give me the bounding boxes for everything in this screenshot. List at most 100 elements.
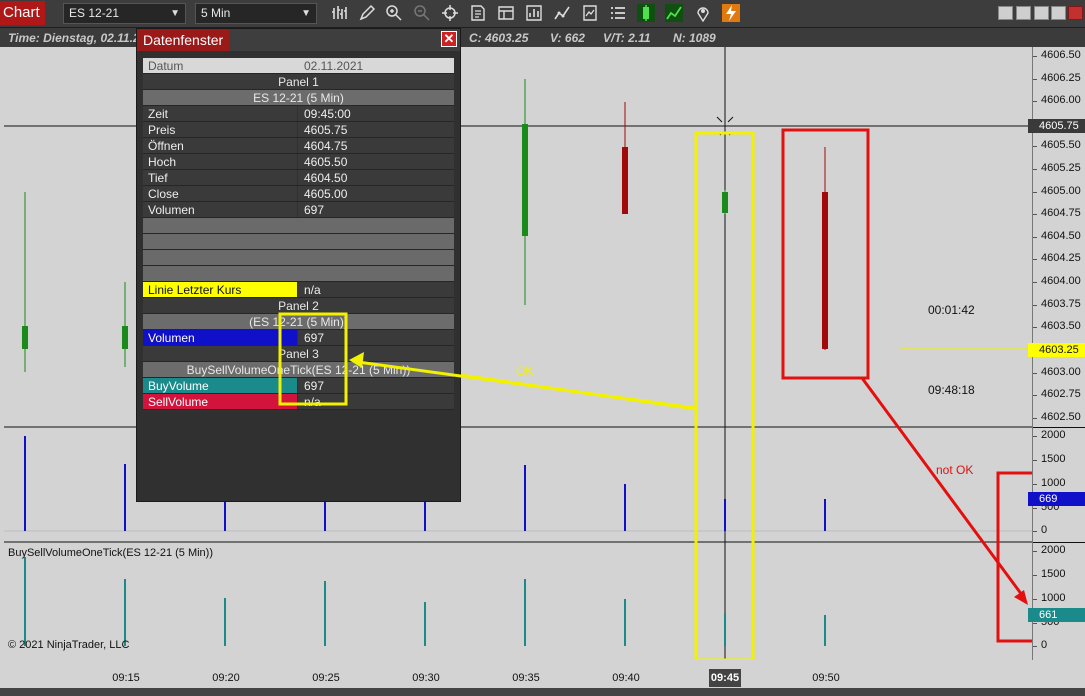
price-tick: 4604.50 [1041,230,1081,242]
annotation-red-right-box [996,471,1032,643]
time-highlight: 09:45 [709,669,741,687]
time-tick: 09:30 [412,672,440,684]
panel2-volume-value: 697 [298,330,454,345]
buy-volume-label: BuyVolume [143,378,297,393]
empty-row [143,250,454,266]
sell-volume-value: n/a [298,394,454,409]
annotation-notok-label: not OK [936,463,974,477]
candle-body [822,192,828,349]
zoom-out-icon[interactable] [413,4,431,22]
sell-volume-label: SellVolume [143,394,297,409]
volume-tick: 1500 [1041,453,1066,465]
empty-row [143,218,454,234]
maximize-button[interactable] [1016,6,1031,20]
row-value: 697 [298,202,454,217]
price-tick: 4604.00 [1041,275,1081,287]
empty-row [143,266,454,282]
data-row: Öffnen 4604.75 [143,138,454,154]
panel1-header: Panel 1 [143,74,454,90]
price-tick: 4605.50 [1041,139,1081,151]
data-window-titlebar[interactable]: Datenfenster ✕ [137,29,460,51]
interval-value: 5 Min [201,6,231,20]
chart-tab[interactable]: Chart [0,1,45,25]
data-window[interactable]: Datenfenster ✕ Datum 02.11.2021 Panel 1 … [136,28,461,502]
last-price-label: Linie Letzter Kurs [143,282,297,297]
panel2-volume-row: Volumen 697 [143,330,454,346]
tile-button[interactable] [998,6,1013,20]
data-box-icon[interactable] [581,4,599,22]
close-icon[interactable]: ✕ [441,31,457,47]
instrument-selector[interactable]: ES 12-21 ▼ [63,3,186,24]
data-row: Volumen 697 [143,202,454,218]
price-tick: 4605.00 [1041,185,1081,197]
bsv-tick: 1000 [1041,592,1066,604]
panel1-series: ES 12-21 (5 Min) [143,90,454,106]
price-tick: 4606.50 [1041,49,1081,61]
indicators-icon[interactable] [553,4,571,22]
price-tick: 4606.25 [1041,72,1081,84]
panel2-volume-label: Volumen [143,330,297,345]
bsv-tick: 2000 [1041,544,1066,556]
data-row: Hoch 4605.50 [143,154,454,170]
row-value: 4605.50 [298,154,454,169]
row-value: 4604.75 [298,138,454,153]
candle-body [722,192,728,213]
crosshair-icon[interactable] [441,4,459,22]
row-label: Hoch [143,154,297,169]
price-tick: 4604.75 [1041,207,1081,219]
templates-icon[interactable] [497,4,515,22]
time-tick: 09:35 [512,672,540,684]
data-row: Tief 4604.50 [143,170,454,186]
chart-trader-icon[interactable] [637,4,655,22]
data-row: Preis 4605.75 [143,122,454,138]
panel2-header: Panel 2 [143,298,454,314]
horizontal-scrollbar[interactable] [0,688,1085,696]
panel3-series: BuySellVolumeOneTick(ES 12-21 (5 Min)) [143,362,454,378]
price-tick: 4604.25 [1041,252,1081,264]
chart-toolbar: Chart ES 12-21 ▼ 5 Min ▼ [0,0,1085,28]
interval-selector[interactable]: 5 Min ▼ [195,3,317,24]
panel2-series: (ES 12-21 (5 Min)) [143,314,454,330]
minimize-button[interactable] [1034,6,1049,20]
bsv-tick: 1500 [1041,568,1066,580]
date-row: Datum 02.11.2021 [143,58,454,74]
bsv-tick: 0 [1041,639,1048,651]
price-tick: 4603.50 [1041,320,1081,332]
data-window-grid: Datum 02.11.2021 Panel 1 ES 12-21 (5 Min… [143,58,454,410]
sell-volume-row: SellVolume n/a [143,394,454,410]
pencil-icon[interactable] [358,4,376,22]
close-button[interactable] [1068,6,1083,20]
price-tick: 4606.00 [1041,94,1081,106]
chevron-down-icon: ▼ [170,8,180,19]
row-label: Close [143,186,297,201]
analyzer-icon[interactable] [665,4,683,22]
row-value: 4605.00 [298,186,454,201]
time-tick: 09:15 [112,672,140,684]
last-price-row: Linie Letzter Kurs n/a [143,282,454,298]
last-price-value: n/a [298,282,454,297]
annotation-ok-label: OK [516,364,534,378]
time-tick: 09:40 [612,672,640,684]
time-tick: 09:50 [812,672,840,684]
strategies-icon[interactable] [525,4,543,22]
restore-button[interactable] [1051,6,1066,20]
date-value: 02.11.2021 [304,59,364,73]
clock: 09:48:18 [928,383,975,397]
properties-icon[interactable] [469,4,487,22]
empty-row [143,234,454,250]
crosshair-price-tag: 4605.75 [1028,119,1085,133]
indicator-label: BuySellVolumeOneTick(ES 12-21 (5 Min)) [8,547,214,559]
bar-type-icon[interactable] [331,4,349,22]
ninjatrader-chart-window: { "toolbar": { "chart_tab": "Chart", "in… [0,0,1085,696]
time-tick: 09:20 [212,672,240,684]
lightning-icon[interactable] [722,4,740,22]
row-value: 09:45:00 [298,106,454,121]
status-volume: V: 662 [550,31,585,45]
panel3-header: Panel 3 [143,346,454,362]
row-label: Tief [143,170,297,185]
annotation-red-arrowhead [1014,590,1028,605]
volume-tick: 2000 [1041,429,1066,441]
marker-icon[interactable] [694,4,712,22]
order-list-icon[interactable] [609,4,627,22]
zoom-in-icon[interactable] [385,4,403,22]
